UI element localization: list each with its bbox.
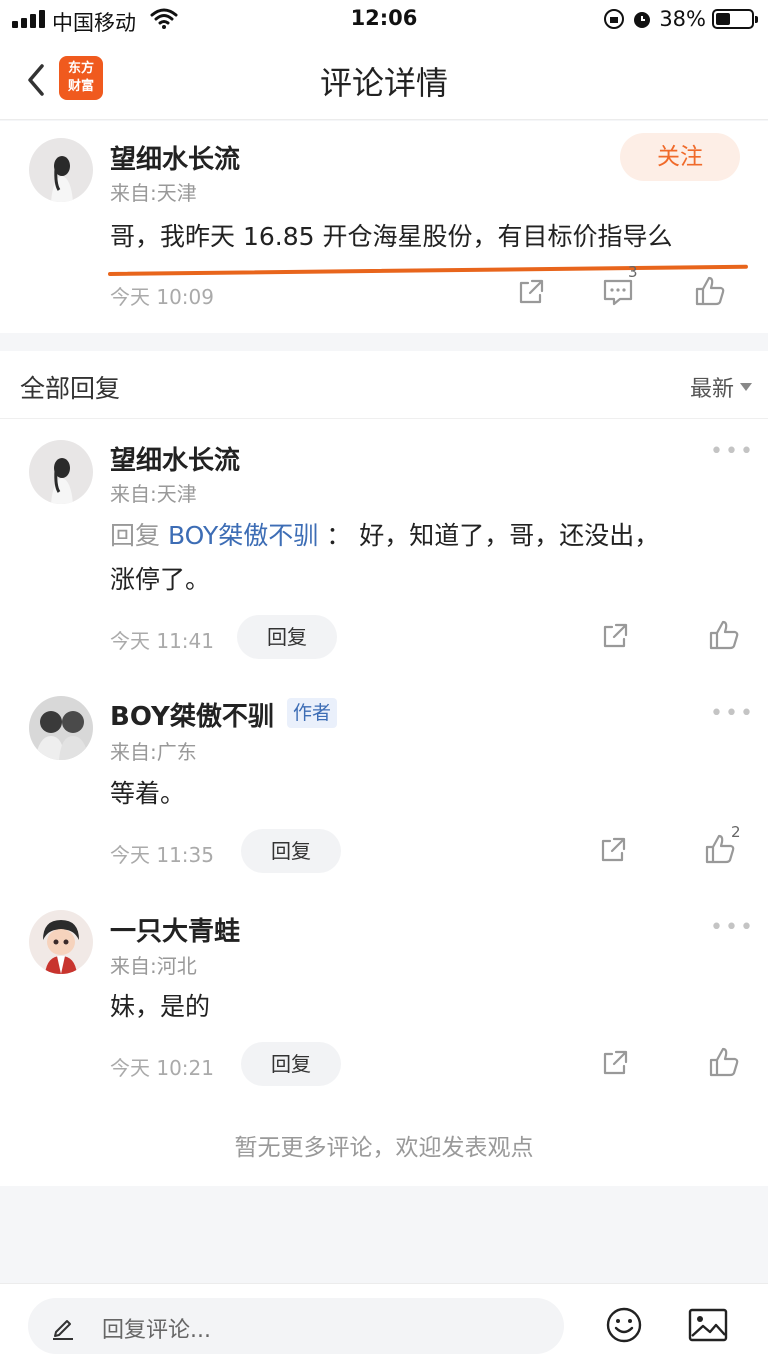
replies-header: 全部回复 最新: [0, 351, 768, 419]
reply-location: 来自:天津: [110, 482, 197, 506]
avatar[interactable]: [29, 910, 93, 974]
share-icon[interactable]: [598, 835, 628, 865]
highlight-line: [107, 264, 748, 276]
like-count: 2: [731, 823, 741, 841]
reply-location: 来自:广东: [110, 740, 197, 764]
reply-username[interactable]: 一只大青蛙: [110, 911, 240, 948]
share-icon[interactable]: [600, 1048, 630, 1078]
avatar[interactable]: [29, 696, 93, 760]
reply-content: 妹，是的: [110, 992, 211, 1021]
reply-button[interactable]: 回复: [241, 1042, 341, 1086]
post-username[interactable]: 望细水长流: [110, 139, 240, 176]
like-icon[interactable]: [708, 1046, 740, 1078]
alarm-icon: [634, 12, 651, 28]
reply-prefix: 回复: [110, 521, 161, 550]
status-right: 38%: [603, 7, 758, 31]
reply-time: 今天 11:35: [110, 843, 214, 867]
pencil-icon: [53, 1320, 73, 1340]
original-post: 望细水长流 来自:天津 关注 哥，我昨天 16.85 开仓海星股份，有目标价指导…: [0, 121, 768, 333]
bottom-bar: 回复评论...: [0, 1283, 768, 1367]
emoji-icon[interactable]: [605, 1306, 643, 1344]
nav-bar: 东方 财富 评论详情: [0, 40, 768, 120]
post-content: 哥，我昨天 16.85 开仓海星股份，有目标价指导么: [110, 222, 673, 251]
reply-location: 来自:河北: [110, 954, 197, 978]
reply-separator: ：: [326, 521, 352, 550]
status-bar: 中国移动 12:06 38%: [0, 0, 768, 40]
reply-time: 今天 10:21: [110, 1056, 214, 1080]
replies-section: 全部回复 最新 望细水长流 来自:天津 ••• 回复 BOY桀傲不驯 ： 好，知…: [0, 351, 768, 1186]
reply-content: 回复 BOY桀傲不驯 ： 好，知道了，哥，还没出， 涨停了。: [110, 514, 659, 602]
more-icon[interactable]: •••: [710, 915, 755, 940]
avatar[interactable]: [29, 138, 93, 202]
reply-username[interactable]: BOY桀傲不驯: [110, 696, 274, 733]
battery-percent: 38%: [659, 7, 706, 31]
author-badge: 作者: [287, 698, 338, 728]
page-title: 评论详情: [319, 64, 448, 102]
battery-icon: [712, 9, 758, 29]
share-icon[interactable]: [600, 621, 630, 651]
image-icon[interactable]: [688, 1308, 728, 1342]
comment-count: 3: [628, 263, 638, 281]
no-more-comments: 暂无更多评论，欢迎发表观点: [234, 1135, 534, 1161]
avatar[interactable]: [29, 440, 93, 504]
sort-caret-icon[interactable]: [740, 383, 752, 391]
more-icon[interactable]: •••: [710, 701, 755, 726]
like-icon[interactable]: [708, 619, 740, 651]
comment-input[interactable]: 回复评论...: [28, 1298, 564, 1354]
post-time: 今天 10:09: [110, 285, 214, 309]
like-icon[interactable]: [694, 275, 726, 307]
comment-icon[interactable]: [602, 277, 634, 307]
reply-time: 今天 11:41: [110, 629, 214, 653]
reply-text-line1: 好，知道了，哥，还没出，: [359, 521, 660, 550]
more-icon[interactable]: •••: [710, 439, 755, 464]
sort-dropdown[interactable]: 最新: [690, 371, 734, 403]
share-icon[interactable]: [516, 277, 546, 307]
reply-button[interactable]: 回复: [237, 615, 337, 659]
reply-target-user[interactable]: BOY桀傲不驯: [168, 521, 318, 550]
reply-content: 等着。: [110, 779, 186, 808]
reply-text-line2: 涨停了。: [110, 565, 211, 594]
replies-title: 全部回复: [20, 374, 121, 403]
post-location: 来自:天津: [110, 181, 197, 205]
reply-button[interactable]: 回复: [241, 829, 341, 873]
comment-placeholder: 回复评论...: [102, 1318, 211, 1343]
follow-button[interactable]: 关注: [620, 133, 740, 181]
lock-rotation-icon: [604, 9, 625, 29]
reply-username[interactable]: 望细水长流: [110, 440, 240, 477]
